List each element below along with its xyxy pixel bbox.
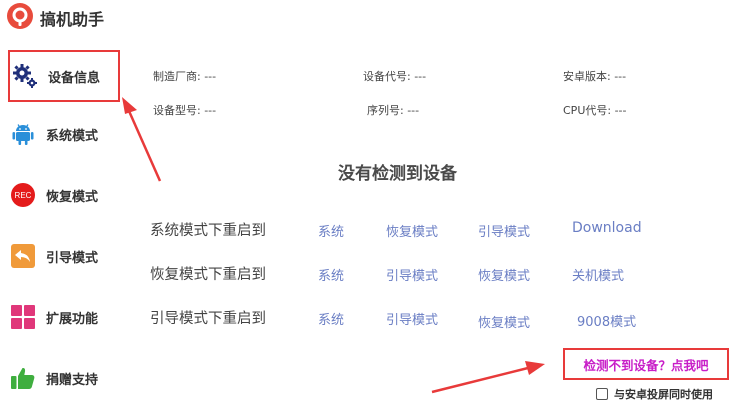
no-device-message: 没有检测到设备 — [338, 164, 457, 184]
app-header: 搞机助手 — [0, 0, 732, 36]
thumbs-up-icon — [10, 365, 36, 391]
system-reboot-download-button[interactable]: Download — [572, 220, 642, 236]
sidebar-item-device-info[interactable]: 设备信息 — [8, 50, 120, 102]
sidebar-item-label: 捐赠支持 — [46, 372, 99, 388]
sidebar-item-extensions[interactable]: 扩展功能 — [8, 291, 120, 343]
bootloader-mode-reboot-title: 引导模式下重启到 — [150, 311, 266, 327]
bootloader-reboot-recovery-button[interactable]: 恢复模式 — [478, 312, 530, 331]
sidebar-item-system-mode[interactable]: 系统模式 — [8, 108, 120, 160]
sidebar-item-recovery-mode[interactable]: REC 恢复模式 — [8, 169, 120, 221]
mirror-label: 与安卓投屏同时使用 — [614, 388, 713, 401]
bootloader-reboot-9008-button[interactable]: 9008模式 — [577, 311, 636, 330]
app-title: 搞机助手 — [40, 10, 105, 29]
bootloader-reboot-bootloader-button[interactable]: 引导模式 — [386, 309, 438, 328]
rec-icon-text: REC — [15, 191, 32, 200]
android-icon — [10, 121, 36, 147]
system-mode-reboot-title: 系统模式下重启到 — [150, 223, 266, 239]
recovery-reboot-recovery-button[interactable]: 恢复模式 — [478, 265, 530, 284]
sidebar-item-label: 设备信息 — [48, 70, 101, 86]
sidebar-item-label: 恢复模式 — [46, 189, 99, 205]
manufacturer-label: 制造厂商: --- — [153, 70, 217, 83]
grid-icon — [10, 304, 36, 330]
help-link-box: 检测不到设备？点我吧 — [563, 348, 729, 380]
recovery-reboot-poweroff-button[interactable]: 关机模式 — [572, 265, 624, 284]
serial-label: 序列号: --- — [367, 104, 420, 117]
sidebar-item-bootloader-mode[interactable]: 引导模式 — [8, 230, 120, 282]
back-arrow-icon — [10, 243, 36, 269]
sidebar-item-label: 扩展功能 — [46, 311, 99, 327]
cpu-label: CPU代号: --- — [563, 104, 627, 117]
gears-icon — [12, 63, 38, 89]
android-version-label: 安卓版本: --- — [563, 70, 627, 83]
recovery-reboot-system-button[interactable]: 系统 — [318, 265, 344, 284]
app-logo-icon — [7, 3, 33, 29]
sidebar: 设备信息 系统模式 REC 恢复模式 引导模式 扩展功能 捐赠支持 — [0, 44, 130, 415]
system-reboot-recovery-button[interactable]: 恢复模式 — [386, 221, 438, 240]
sidebar-item-donate[interactable]: 捐赠支持 — [8, 352, 120, 404]
sidebar-item-label: 引导模式 — [46, 250, 99, 266]
mirror-checkbox[interactable] — [596, 388, 608, 400]
recovery-mode-reboot-title: 恢复模式下重启到 — [150, 267, 266, 283]
codename-label: 设备代号: --- — [363, 70, 427, 83]
help-link[interactable]: 检测不到设备？点我吧 — [583, 355, 708, 374]
model-label: 设备型号: --- — [153, 104, 217, 117]
sidebar-item-label: 系统模式 — [46, 128, 99, 144]
mirror-option[interactable]: 与安卓投屏同时使用 — [596, 386, 713, 402]
system-reboot-bootloader-button[interactable]: 引导模式 — [478, 221, 530, 240]
arrow-to-help-link — [431, 361, 545, 394]
system-reboot-system-button[interactable]: 系统 — [318, 221, 344, 240]
rec-icon: REC — [10, 182, 36, 208]
bootloader-reboot-system-button[interactable]: 系统 — [318, 309, 344, 328]
recovery-reboot-bootloader-button[interactable]: 引导模式 — [386, 265, 438, 284]
